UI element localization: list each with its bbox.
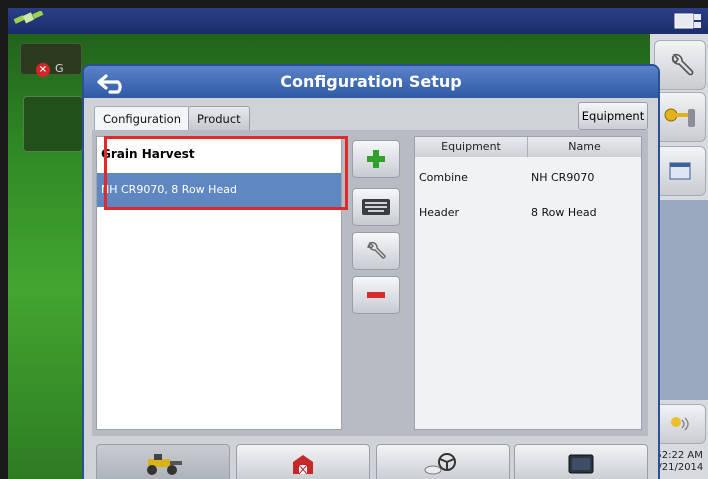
key-icon bbox=[664, 108, 695, 127]
screen: × G :52:22 AM 2/21/2014 Configuration Se… bbox=[8, 8, 708, 479]
add-button[interactable] bbox=[352, 140, 400, 178]
sidebar-tools-button[interactable] bbox=[654, 40, 706, 90]
bottom-tab-equipment[interactable] bbox=[96, 444, 230, 479]
bottom-tab-guidance[interactable] bbox=[376, 444, 510, 479]
edit-button[interactable] bbox=[352, 232, 400, 270]
remove-button[interactable] bbox=[352, 276, 400, 314]
equipment-button[interactable]: Equipment bbox=[578, 102, 648, 130]
background-alert-tile[interactable] bbox=[20, 43, 82, 75]
keyboard-button[interactable] bbox=[352, 188, 400, 226]
status-bar bbox=[8, 8, 708, 34]
remove-icon bbox=[367, 292, 385, 298]
display-icon bbox=[568, 454, 594, 474]
wrench-icon bbox=[671, 53, 694, 76]
table-cell-name: NH CR9070 bbox=[531, 171, 595, 184]
steering-icon bbox=[424, 453, 456, 475]
bottom-tab-display[interactable] bbox=[514, 444, 648, 479]
equipment-table: Equipment Name Combine NH CR9070 Header … bbox=[414, 136, 642, 430]
tractor-icon bbox=[147, 454, 182, 475]
configuration-group-label[interactable]: Grain Harvest bbox=[97, 137, 341, 171]
sidebar-keys-button[interactable] bbox=[654, 92, 706, 142]
gps-satellite-icon[interactable] bbox=[12, 11, 46, 29]
wrench-icon bbox=[367, 241, 386, 259]
column-header-name: Name bbox=[528, 137, 641, 157]
keyboard-icon bbox=[362, 199, 390, 215]
display-toggle-icon[interactable] bbox=[674, 12, 702, 30]
sidebar-window-button[interactable] bbox=[654, 146, 706, 196]
dialog-title: Configuration Setup bbox=[280, 72, 462, 91]
bottom-tab-farm[interactable] bbox=[236, 444, 370, 479]
sidebar-volume-button[interactable] bbox=[654, 404, 706, 444]
configuration-list[interactable]: Grain Harvest NH CR9070, 8 Row Head bbox=[96, 136, 342, 430]
table-cell-equipment: Header bbox=[419, 206, 460, 219]
volume-icon bbox=[671, 417, 689, 431]
tab-product[interactable]: Product bbox=[188, 106, 250, 132]
column-header-equipment: Equipment bbox=[415, 137, 528, 157]
window-icon bbox=[669, 162, 691, 180]
tab-configuration[interactable]: Configuration bbox=[94, 106, 190, 131]
dialog-titlebar: Configuration Setup bbox=[84, 66, 658, 98]
configuration-setup-dialog: Configuration Setup Configuration Produc… bbox=[82, 64, 660, 479]
table-cell-name: 8 Row Head bbox=[531, 206, 597, 219]
background-panel bbox=[23, 96, 83, 152]
bottom-tab-bar bbox=[92, 440, 648, 479]
list-item[interactable]: NH CR9070, 8 Row Head bbox=[97, 173, 341, 207]
table-cell-equipment: Combine bbox=[419, 171, 468, 184]
background-alert-label: G bbox=[55, 62, 64, 75]
add-icon bbox=[367, 150, 385, 168]
error-icon: × bbox=[36, 63, 50, 77]
barn-icon bbox=[293, 455, 313, 475]
